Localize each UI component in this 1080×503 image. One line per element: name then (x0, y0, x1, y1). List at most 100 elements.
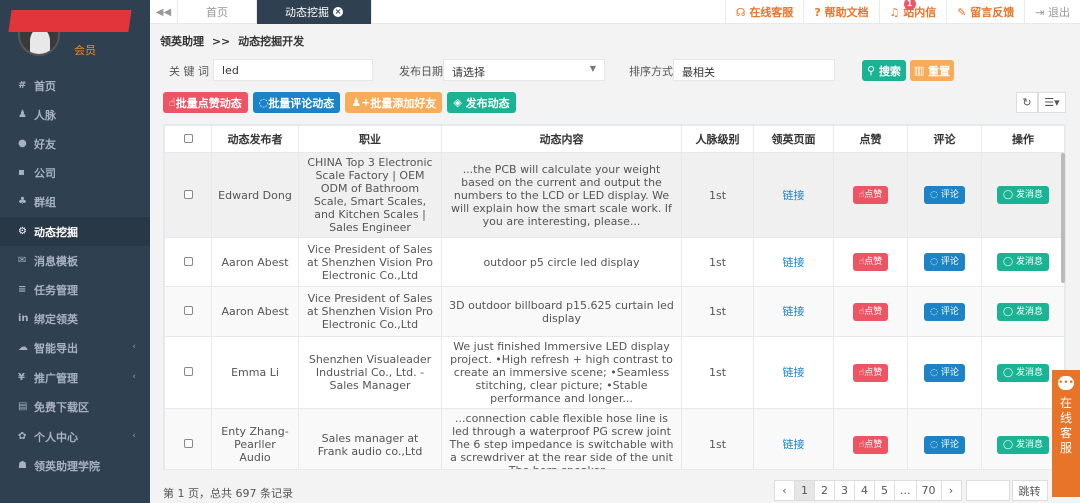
sidebar-item-9[interactable]: ☁ 智能导出 ‹ (0, 333, 150, 362)
page-button[interactable]: ... (894, 480, 917, 501)
table-row[interactable]: Emma Li Shenzhen Visualeader Industrial C… (164, 336, 1065, 409)
like-button[interactable]: ☝点赞 (852, 186, 889, 204)
like-button[interactable]: ☝点赞 (852, 435, 889, 454)
comment-button[interactable]: ◌ 评论 (924, 186, 965, 204)
header-job[interactable]: 职业 (298, 125, 442, 153)
publish-button[interactable]: ◈ 发布动态 (447, 92, 516, 113)
send-message-button[interactable]: ◯ 发消息 (997, 435, 1049, 454)
sidebar-item-3[interactable]: ▪ 公司 (0, 158, 150, 187)
header-linkedin-page[interactable]: 领英页面 (753, 125, 834, 153)
tab-dynamic-mining[interactable]: 动态挖掘 × (257, 0, 372, 24)
breadcrumb-current: 动态挖掘开发 (238, 35, 305, 48)
job-cell: Shenzhen Visualeader Industrial Co., Ltd… (298, 336, 442, 409)
help-docs-link[interactable]: ? 帮助文档 (803, 0, 878, 24)
tab-home[interactable]: 首页 (178, 0, 257, 24)
send-message-button[interactable]: ◯ 发消息 (997, 302, 1049, 321)
like-button[interactable]: ☝点赞 (852, 302, 889, 321)
comment-button-cell: ◌ 评论 (907, 152, 982, 238)
comment-button-label: 评论 (940, 257, 959, 267)
batch-add-friend-button[interactable]: ♟+ 批量添加好友 (345, 92, 443, 113)
page-button[interactable]: 3 (834, 480, 855, 501)
sidebar-item-11[interactable]: ▤ 免费下载区 (0, 392, 150, 421)
sidebar-item-1[interactable]: ♟ 人脉 (0, 100, 150, 129)
row-checkbox[interactable] (183, 256, 193, 266)
columns-menu-icon[interactable]: ☰▾ (1038, 92, 1066, 113)
linkedin-page-link[interactable]: 链接 (783, 305, 805, 318)
table-scrollbar[interactable] (1061, 153, 1065, 283)
comment-button[interactable]: ◌ 评论 (924, 363, 965, 382)
message-icon: ◯ (1003, 439, 1016, 450)
batch-like-button[interactable]: ☝ 批量点赞动态 (163, 92, 248, 113)
batch-comment-button[interactable]: ◌ 批量评论动态 (252, 92, 341, 113)
row-checkbox[interactable] (183, 367, 193, 376)
search-button[interactable]: ⚲ 搜索 (862, 60, 906, 81)
page-button[interactable]: 5 (874, 480, 895, 501)
row-checkbox[interactable] (183, 189, 193, 199)
page-button[interactable]: 1 (794, 480, 815, 501)
page-jump-button[interactable]: 跳转 (1011, 480, 1048, 501)
comment-button[interactable]: ◌ 评论 (924, 302, 965, 321)
linkedin-page-link[interactable]: 链接 (783, 438, 805, 451)
table-row[interactable]: Edward Dong CHINA Top 3 Electronic Scale … (164, 152, 1065, 238)
close-icon[interactable]: × (333, 7, 343, 17)
header-content[interactable]: 动态内容 (441, 125, 682, 153)
page-button[interactable]: 2 (814, 480, 835, 501)
breadcrumb-separator: >> (211, 35, 231, 48)
inbox-link[interactable]: ♫ 站内信 1 (878, 0, 947, 24)
page-jump-input[interactable] (965, 480, 1010, 501)
floating-service-button[interactable]: ••• 在线客服 (1052, 370, 1080, 497)
linkedin-page-cell: 链接 (753, 237, 834, 287)
sidebar-item-4[interactable]: ♣ 群组 (0, 187, 150, 216)
sidebar-item-0[interactable]: # 首页 (0, 71, 150, 100)
page-button[interactable]: 70 (915, 480, 942, 501)
sidebar-item-12[interactable]: ✿ 个人中心 ‹ (0, 422, 150, 451)
comment-button[interactable]: ◌ 评论 (924, 253, 965, 271)
content-cell: outdoor p5 circle led display (441, 237, 682, 287)
table-row[interactable]: Enty Zhang-Pearller Audio Sales manager a… (164, 408, 1065, 469)
feedback-link[interactable]: ✎ 留言反馈 (946, 0, 1024, 24)
like-button[interactable]: ☝点赞 (852, 253, 889, 271)
page-button[interactable]: ‹ (774, 480, 795, 501)
sidebar-item-6[interactable]: ✉ 消息模板 (0, 246, 150, 275)
linkedin-page-link[interactable]: 链接 (783, 256, 805, 269)
table-row[interactable]: Aaron Abest Vice President of Sales at Sh… (164, 237, 1065, 287)
filter-bar: 关 键 词 led 发布日期 请选择 ▼ 排序方式 最相关 ⚲ 搜索 ▥ 重置 (163, 59, 1063, 81)
page-button[interactable]: 4 (854, 480, 875, 501)
comment-button[interactable]: ◌ 评论 (924, 435, 965, 454)
online-service-link[interactable]: ☊ 在线客服 (724, 0, 804, 24)
page-button[interactable]: › (940, 480, 962, 501)
logout-link[interactable]: ⇥ 退出 (1024, 0, 1080, 24)
header-like[interactable]: 点赞 (833, 125, 908, 153)
sidebar-item-10[interactable]: ¥ 推广管理 ‹ (0, 363, 150, 392)
header-publisher[interactable]: 动态发布者 (211, 125, 299, 153)
row-checkbox[interactable] (183, 439, 193, 448)
row-checkbox[interactable] (183, 306, 193, 315)
linkedin-page-link[interactable]: 链接 (783, 366, 805, 379)
sidebar-item-8[interactable]: in 绑定领英 (0, 304, 150, 333)
linkedin-page-link[interactable]: 链接 (783, 189, 805, 202)
send-message-button[interactable]: ◯ 发消息 (997, 253, 1049, 271)
header-actions[interactable]: 操作 (981, 125, 1065, 153)
reset-button[interactable]: ▥ 重置 (910, 60, 954, 81)
send-message-button[interactable]: ◯ 发消息 (997, 363, 1049, 382)
date-select[interactable]: 请选择 ▼ (443, 59, 605, 81)
table-row[interactable]: Aaron Abest Vice President of Sales at Sh… (164, 286, 1065, 337)
like-button[interactable]: ☝点赞 (852, 363, 889, 382)
sidebar-item-2[interactable]: ● 好友 (0, 129, 150, 158)
header-level[interactable]: 人脉级别 (681, 125, 754, 153)
breadcrumb-root[interactable]: 领英助理 (160, 35, 204, 48)
sort-select[interactable]: 最相关 (673, 59, 835, 81)
keyword-input[interactable]: led (213, 59, 373, 81)
sidebar-item-label: 公司 (34, 166, 56, 180)
sidebar-item-5[interactable]: ⚙ 动态挖掘 (0, 217, 150, 246)
send-message-button[interactable]: ◯ 发消息 (997, 186, 1049, 204)
chevron-left-icon: ‹ (132, 431, 136, 441)
sidebar-item-7[interactable]: ≡ 任务管理 (0, 275, 150, 304)
tab-scroll-left-icon[interactable]: ◀◀ (150, 0, 178, 24)
top-links: ☊ 在线客服 ? 帮助文档 ♫ 站内信 1 ✎ 留言反馈 ⇥ 退出 (724, 0, 1080, 24)
sidebar-item-13[interactable]: ☗ 领英助理学院 (0, 451, 150, 480)
refresh-icon[interactable]: ↻ (1016, 92, 1038, 113)
header-comment[interactable]: 评论 (907, 125, 982, 153)
inbox-badge: 1 (903, 0, 916, 10)
select-all-checkbox[interactable] (183, 133, 193, 143)
